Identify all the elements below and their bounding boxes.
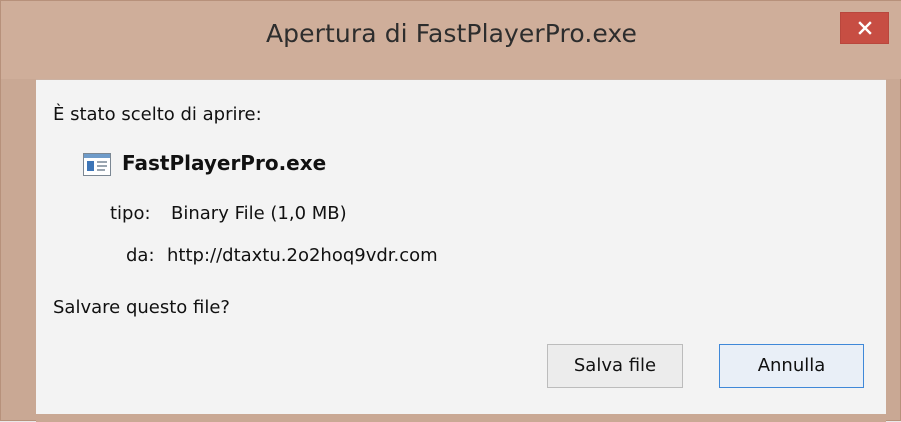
cancel-button[interactable]: Annulla: [719, 344, 864, 388]
file-source-url: http://dtaxtu.2o2hoq9vdr.com: [167, 245, 438, 266]
save-file-button[interactable]: Salva file: [547, 344, 683, 388]
window-title: Apertura di FastPlayerPro.exe: [265, 19, 638, 48]
intro-text: È stato scelto di aprire:: [53, 104, 262, 125]
file-source-label: da:: [126, 245, 155, 266]
file-name: FastPlayerPro.exe: [122, 151, 327, 175]
close-icon: [858, 21, 872, 35]
save-question: Salvare questo file?: [53, 297, 230, 318]
save-file-dialog-window: Apertura di FastPlayerPro.exe È stato sc…: [0, 0, 901, 422]
file-type-label: tipo:: [110, 203, 151, 224]
title-bar[interactable]: Apertura di FastPlayerPro.exe: [1, 1, 901, 79]
application-window-icon: [83, 153, 111, 176]
file-type-value: Binary File (1,0 MB): [171, 203, 347, 224]
dialog-content: È stato scelto di aprire: FastPlayerPro.…: [36, 79, 886, 415]
close-button[interactable]: [840, 12, 889, 44]
